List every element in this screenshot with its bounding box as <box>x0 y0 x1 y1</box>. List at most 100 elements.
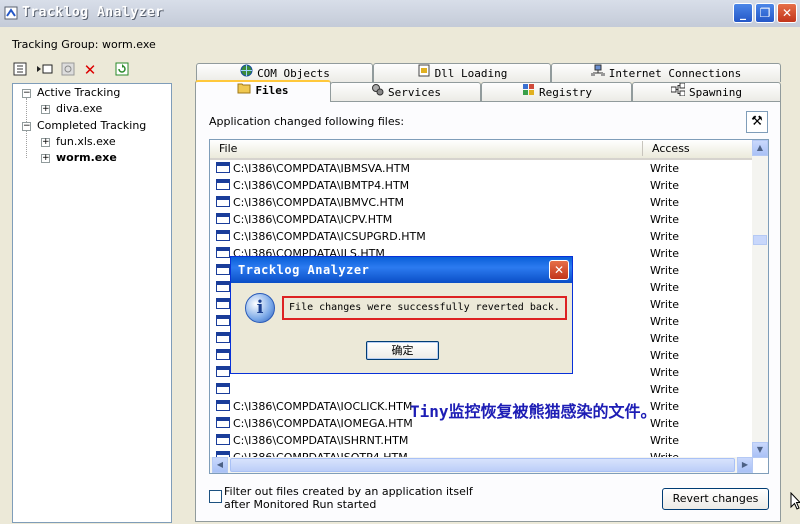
scroll-up-button[interactable]: ▲ <box>752 140 768 156</box>
file-icon <box>216 213 230 224</box>
dialog-title: Tracklog Analyzer <box>238 263 370 277</box>
horizontal-scrollbar[interactable]: ◀ ▶ <box>210 457 753 473</box>
column-header-access[interactable]: Access <box>652 142 690 155</box>
filter-label: Filter out files created by an applicati… <box>224 485 473 511</box>
access-type: Write <box>650 162 680 175</box>
dialog-close-button[interactable]: ✕ <box>549 260 569 280</box>
collapse-toggle-completed[interactable]: − <box>22 122 31 131</box>
tab-registry[interactable]: Registry <box>481 82 632 101</box>
network-icon <box>590 64 605 83</box>
spawn-icon <box>670 82 686 102</box>
file-icon <box>216 281 230 292</box>
window-title: Tracklog Analyzer <box>22 5 164 20</box>
file-icon <box>216 332 230 343</box>
collapse-toggle-active[interactable]: − <box>22 89 31 98</box>
table-row[interactable]: Write <box>216 381 753 398</box>
dialog-message: File changes were successfully reverted … <box>282 296 567 320</box>
close-icon: ✕ <box>553 263 565 277</box>
table-row[interactable]: C:\I386\COMPDATA\ISHRNT.HTM Write <box>216 432 753 449</box>
filter-checkbox[interactable] <box>209 490 222 503</box>
folder-icon <box>237 82 251 100</box>
scroll-down-button[interactable]: ▼ <box>752 442 768 458</box>
info-icon: i <box>245 293 275 323</box>
scroll-thumb[interactable] <box>753 235 767 245</box>
close-button[interactable]: ✕ <box>777 3 797 23</box>
access-type: Write <box>650 315 680 328</box>
tab-label: COM Objects <box>257 67 330 80</box>
file-icon <box>216 298 230 309</box>
tree-node-active-tracking[interactable]: Active Tracking <box>37 86 120 99</box>
scroll-right-button[interactable]: ▶ <box>737 457 753 473</box>
tab-spawning[interactable]: Spawning <box>632 82 781 101</box>
tab-dll-loading[interactable]: Dll Loading <box>373 63 551 82</box>
file-icon <box>216 417 230 428</box>
delete-icon[interactable]: ✕ <box>82 62 98 78</box>
file-path: C:\I386\COMPDATA\ICSUPGRD.HTM <box>233 230 426 243</box>
table-row[interactable]: C:\I386\COMPDATA\IBMVC.HTM Write <box>216 194 753 211</box>
gears-icon <box>370 83 384 102</box>
run-icon[interactable] <box>36 62 54 78</box>
file-icon <box>216 315 230 326</box>
tools-button[interactable]: ⚒ <box>746 111 768 133</box>
table-row[interactable]: C:\I386\COMPDATA\IBMSVA.HTM Write <box>216 160 753 177</box>
revert-changes-button[interactable]: Revert changes <box>662 488 769 510</box>
file-icon <box>216 196 230 207</box>
file-path: C:\I386\COMPDATA\IBMVC.HTM <box>233 196 405 209</box>
tab-label: Registry <box>539 86 592 99</box>
app-icon <box>4 6 18 20</box>
tab-label: Spawning <box>689 86 742 99</box>
table-row[interactable]: C:\I386\COMPDATA\ICSUPGRD.HTM Write <box>216 228 753 245</box>
tab-internet-connections[interactable]: Internet Connections <box>551 63 781 82</box>
tracking-group-label: Tracking Group: <box>12 38 99 51</box>
access-type: Write <box>650 298 680 311</box>
refresh-icon[interactable] <box>114 62 130 78</box>
tab-label: Services <box>388 86 441 99</box>
column-header-file[interactable]: File <box>219 142 237 155</box>
tree-view-icon[interactable] <box>12 62 28 78</box>
dll-icon <box>417 64 431 83</box>
tree-node-fun[interactable]: fun.xls.exe <box>56 135 116 148</box>
file-path: C:\I386\COMPDATA\IOCLICK.HTM <box>233 400 413 413</box>
tree-node-worm[interactable]: worm.exe <box>56 151 117 164</box>
horizontal-scroll-thumb[interactable] <box>230 458 735 472</box>
tree-node-diva[interactable]: diva.exe <box>56 102 102 115</box>
minimize-button[interactable]: _ <box>733 3 753 23</box>
tab-files[interactable]: Files <box>195 80 331 102</box>
changed-files-label: Application changed following files: <box>209 115 405 128</box>
file-icon <box>216 247 230 258</box>
access-type: Write <box>650 349 680 362</box>
tab-services[interactable]: Services <box>330 82 481 101</box>
file-icon <box>216 349 230 360</box>
expand-toggle-fun[interactable]: + <box>41 138 50 147</box>
table-row[interactable]: C:\I386\COMPDATA\ICPV.HTM Write <box>216 211 753 228</box>
list-header: File Access <box>210 140 753 160</box>
vertical-scrollbar[interactable]: ▲ ▼ <box>752 140 768 458</box>
file-icon <box>216 264 230 275</box>
message-dialog: Tracklog Analyzer ✕ i File changes were … <box>230 256 573 374</box>
file-icon <box>216 400 230 411</box>
access-type: Write <box>650 383 680 396</box>
tracking-tree: − Active Tracking + diva.exe − Completed… <box>12 83 172 523</box>
access-type: Write <box>650 332 680 345</box>
expand-toggle-diva[interactable]: + <box>41 105 50 114</box>
ok-button[interactable]: 确定 <box>366 341 439 360</box>
access-type: Write <box>650 196 680 209</box>
restore-button[interactable]: ❐ <box>755 3 775 23</box>
file-path: C:\I386\COMPDATA\ISHRNT.HTM <box>233 434 409 447</box>
tracking-group-value: worm.exe <box>102 38 156 51</box>
overlay-annotation: Tiny监控恢复被熊猫感染的文件。 <box>410 402 657 421</box>
file-path: C:\I386\COMPDATA\IBMSVA.HTM <box>233 162 410 175</box>
tab-label: Dll Loading <box>434 67 508 80</box>
scroll-left-button[interactable]: ◀ <box>212 457 228 473</box>
access-type: Write <box>650 213 680 226</box>
record-icon[interactable] <box>60 62 76 78</box>
registry-icon <box>521 83 535 102</box>
access-type: Write <box>650 366 680 379</box>
tree-node-completed-tracking[interactable]: Completed Tracking <box>37 119 146 132</box>
table-row[interactable]: C:\I386\COMPDATA\IBMTP4.HTM Write <box>216 177 753 194</box>
file-path: C:\I386\COMPDATA\ICPV.HTM <box>233 213 393 226</box>
file-icon <box>216 179 230 190</box>
expand-toggle-worm[interactable]: + <box>41 154 50 163</box>
file-icon <box>216 366 230 377</box>
tab-label: Files <box>255 84 289 97</box>
